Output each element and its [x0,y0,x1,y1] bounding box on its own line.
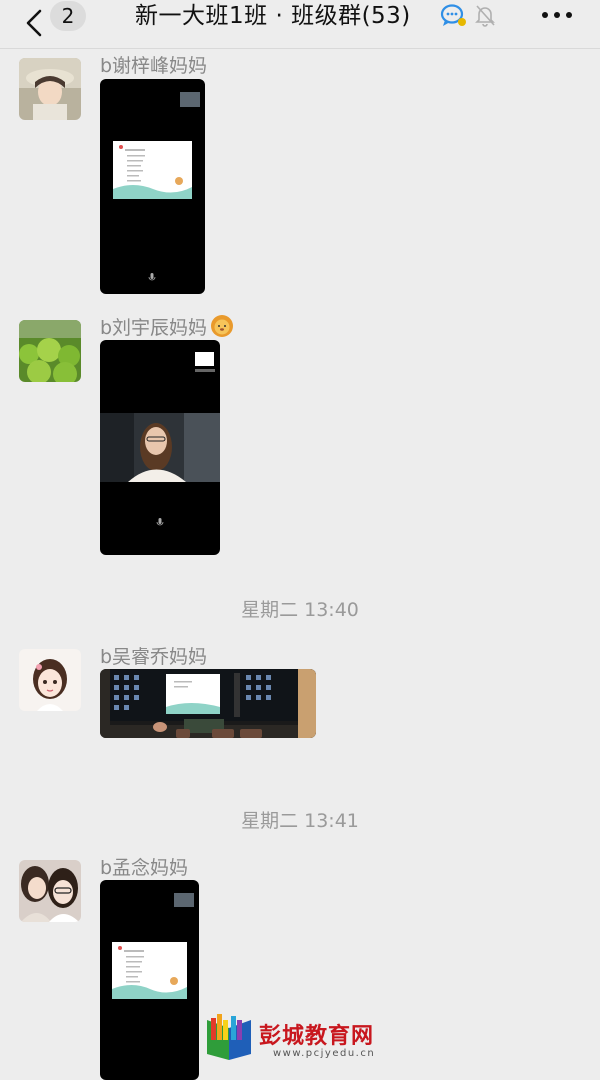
image-message[interactable] [100,880,199,1080]
microphone-icon [148,273,156,281]
avatar[interactable] [19,58,81,120]
chat-header: 2 新一大班1班 · 班级群(53) [0,0,600,49]
chevron-left-icon[interactable] [20,7,50,39]
microphone-icon [156,518,164,526]
unread-count-badge[interactable]: 2 [50,1,86,31]
sender-name: b吴睿乔妈妈 [100,646,208,668]
sender-name: b孟念妈妈 [100,857,189,879]
slide-thumbnail [113,141,192,199]
page-indicator [100,286,205,294]
lion-face-emoji-icon [211,315,234,337]
image-message[interactable] [100,669,316,738]
image-message[interactable] [100,79,205,294]
participant-label [195,369,215,372]
watermark-url: www.pcjyedu.cn [273,1048,376,1059]
camera-thumbnail [180,92,200,107]
image-message[interactable] [100,340,220,555]
page-indicator [100,546,220,555]
chat-bubble-icon [440,4,466,26]
slide-thumbnail [195,352,214,366]
camera-view [100,413,220,482]
avatar[interactable] [19,320,81,382]
watermark-name: 彭城教育网 [259,1023,375,1049]
slide-thumbnail [112,942,187,999]
avatar[interactable] [19,649,81,711]
bell-mute-icon [475,5,495,27]
timestamp: 星期二 13:41 [241,810,359,832]
page-title: 新一大班1班 · 班级群(53) [135,3,411,29]
site-watermark: 彭城教育网 www.pcjyedu.cn [203,1012,403,1072]
book-logo-icon [207,1014,251,1060]
sender-name: b刘宇辰妈妈 [100,313,234,340]
camera-thumbnail [174,893,194,907]
avatar[interactable] [19,860,81,922]
sender-name-text: b刘宇辰妈妈 [100,317,208,339]
sender-name: b谢梓峰妈妈 [100,55,208,77]
more-dots-icon[interactable] [540,9,574,21]
timestamp: 星期二 13:40 [241,599,359,621]
